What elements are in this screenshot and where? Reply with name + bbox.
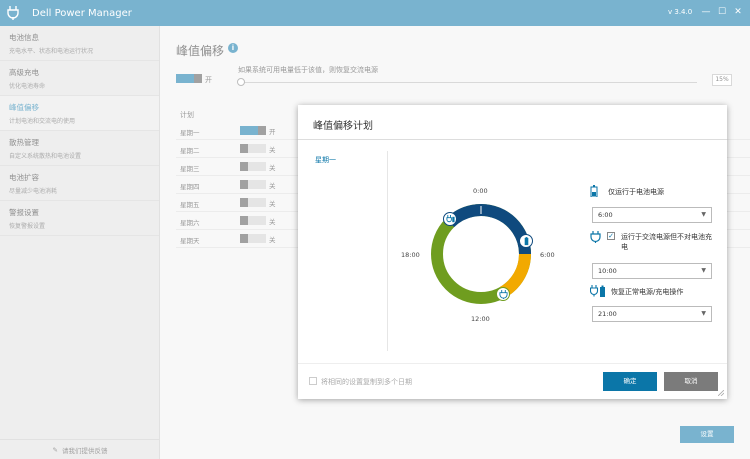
battery-only-time-select[interactable]: 6:00 ▼ <box>592 207 712 223</box>
plug-battery-icon <box>589 285 606 299</box>
select-value: 21:00 <box>598 310 617 318</box>
ac-no-charge-handle[interactable] <box>496 287 510 301</box>
normal-power-handle[interactable] <box>443 212 457 226</box>
plug-icon <box>590 231 602 245</box>
select-value: 10:00 <box>598 267 617 275</box>
dialog-day-label: 星期一 <box>315 156 336 164</box>
ac-no-charge-checkbox[interactable]: ✓ <box>607 232 615 240</box>
dialog-column-divider <box>387 151 388 351</box>
option-ac-no-charge-label: 运行于交流电源但不对电池充电 <box>621 233 712 251</box>
select-value: 6:00 <box>598 211 613 219</box>
battery-only-segment <box>445 204 531 255</box>
ac-no-charge-segment <box>499 253 531 298</box>
chevron-down-icon: ▼ <box>701 310 706 317</box>
option-battery-only-label: 仅运行于电池电源 <box>608 188 664 196</box>
clock-label-right: 6:00 <box>540 251 555 259</box>
normal-power-time-select[interactable]: 21:00 ▼ <box>592 306 712 322</box>
peak-shift-schedule-dialog: 峰值偏移计划 星期一 0:00 6:00 12:00 18:00 仅运行于电池电… <box>298 105 727 399</box>
cancel-button[interactable]: 取消 <box>664 372 718 391</box>
clock-label-top: 0:00 <box>473 187 488 195</box>
battery-icon <box>524 236 528 245</box>
clock-label-left: 18:00 <box>401 251 420 259</box>
option-normal-power-label: 恢复正常电源/充电操作 <box>611 288 684 296</box>
ok-button[interactable]: 确定 <box>603 372 657 391</box>
ac-no-charge-time-select[interactable]: 10:00 ▼ <box>592 263 712 279</box>
chevron-down-icon: ▼ <box>701 267 706 274</box>
copy-settings-checkbox[interactable] <box>309 377 317 385</box>
plug-battery-icon <box>445 214 455 222</box>
dialog-footer-divider <box>298 363 727 364</box>
clock-label-bottom: 12:00 <box>471 315 490 323</box>
battery-icon <box>590 185 602 199</box>
plug-icon <box>498 289 508 299</box>
battery-only-handle[interactable] <box>519 234 533 248</box>
copy-settings-label: 将相同的设置复制到多个日期 <box>321 378 412 386</box>
dialog-divider <box>298 139 727 140</box>
resize-grip-icon[interactable] <box>718 390 724 396</box>
chevron-down-icon: ▼ <box>701 211 706 218</box>
dialog-title: 峰值偏移计划 <box>313 121 373 132</box>
